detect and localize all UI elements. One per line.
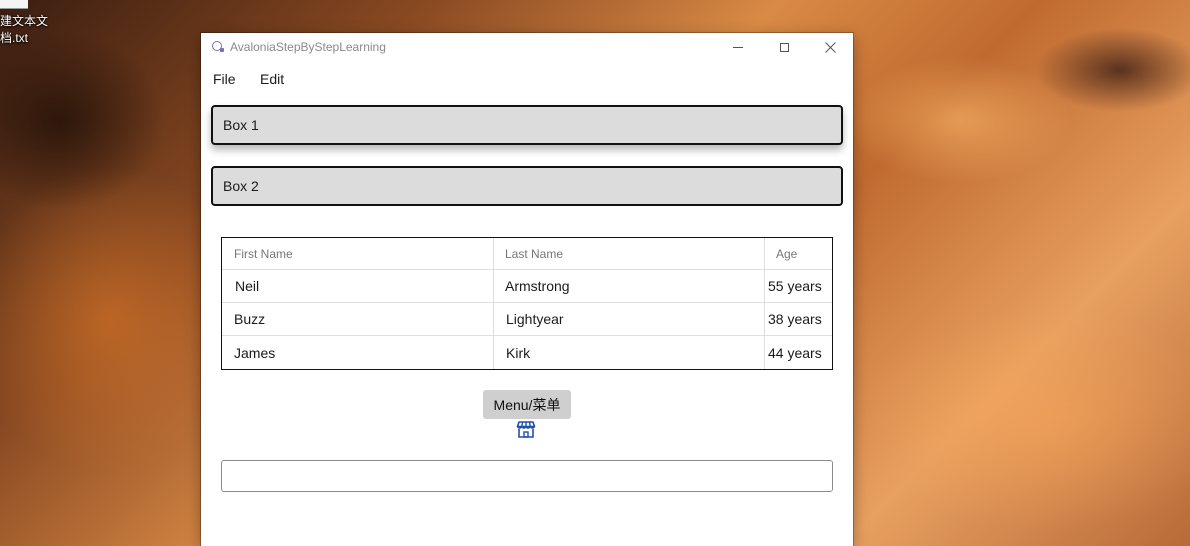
cell-last-name: Armstrong xyxy=(505,278,570,294)
desktop-file-icon[interactable]: 建文本文 档.txt xyxy=(0,0,50,50)
cell-age: 44 years xyxy=(768,344,822,361)
desktop-file-label-line1: 建文本文 xyxy=(0,14,49,28)
desktop-file-label: 建文本文 档.txt xyxy=(0,13,48,47)
close-button[interactable] xyxy=(807,33,853,62)
table-row[interactable]: Neil Armstrong 55 years xyxy=(222,270,832,303)
menu-edit[interactable]: Edit xyxy=(260,71,284,87)
minimize-icon xyxy=(733,47,743,48)
box-2-label: Box 2 xyxy=(223,178,259,194)
box-2: Box 2 xyxy=(211,166,843,206)
menu-bar: File Edit xyxy=(201,67,853,93)
app-window: AvaloniaStepByStepLearning File Edit Box… xyxy=(201,33,853,546)
title-bar[interactable]: AvaloniaStepByStepLearning xyxy=(201,33,853,62)
table-row[interactable]: Buzz Lightyear 38 years xyxy=(222,303,832,336)
cell-age: 55 years xyxy=(768,278,822,294)
app-logo-icon xyxy=(212,41,224,52)
desktop-file-label-line2: 档.txt xyxy=(0,31,29,45)
cell-first-name: Buzz xyxy=(234,311,266,327)
text-input[interactable] xyxy=(221,460,833,492)
column-header-age[interactable]: Age xyxy=(776,238,797,269)
menu-button[interactable]: Menu/菜单 xyxy=(483,390,571,419)
desktop-background: 建文本文 档.txt AvaloniaStepByStepLearning Fi… xyxy=(0,0,1190,546)
grid-header-row: First Name Last Name Age xyxy=(222,238,832,270)
window-title: AvaloniaStepByStepLearning xyxy=(230,40,386,54)
column-header-last-name[interactable]: Last Name xyxy=(505,238,563,269)
file-thumbnail xyxy=(0,0,28,9)
box-1-label: Box 1 xyxy=(223,117,259,133)
table-row[interactable]: James Kirk 44 years xyxy=(222,336,832,369)
column-header-first-name[interactable]: First Name xyxy=(234,238,293,269)
menu-file[interactable]: File xyxy=(213,71,236,87)
close-icon xyxy=(824,42,836,53)
cell-last-name: Kirk xyxy=(506,344,531,361)
box-1: Box 1 xyxy=(211,105,843,145)
cell-first-name: Neil xyxy=(235,278,260,294)
cell-age: 38 years xyxy=(768,311,822,327)
maximize-button[interactable] xyxy=(761,33,807,62)
store-icon[interactable] xyxy=(516,419,536,439)
cell-last-name: Lightyear xyxy=(506,311,564,327)
maximize-icon xyxy=(779,43,789,52)
minimize-button[interactable] xyxy=(715,33,761,62)
people-data-grid[interactable]: First Name Last Name Age Neil Armstrong … xyxy=(221,237,833,370)
cell-first-name: James xyxy=(234,344,276,361)
